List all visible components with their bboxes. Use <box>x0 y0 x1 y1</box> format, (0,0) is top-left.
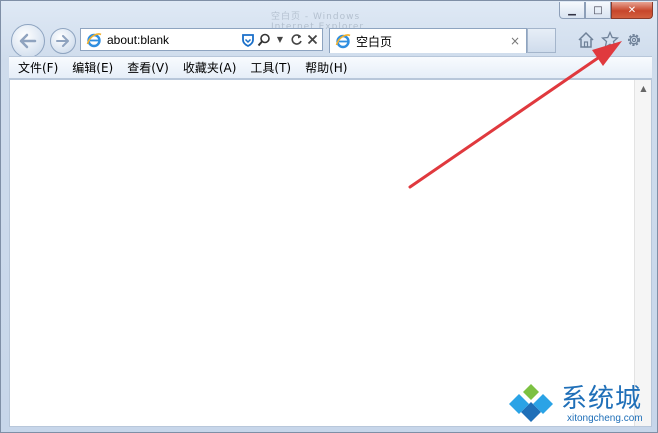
browser-window: 空白页 - Windows Internet Explorer ▁ □ ✕ ab… <box>0 0 658 433</box>
menu-file[interactable]: 文件(F) <box>13 59 63 76</box>
menu-favorites[interactable]: 收藏夹(A) <box>178 59 242 76</box>
menu-view[interactable]: 查看(V) <box>122 59 174 76</box>
stop-icon[interactable] <box>305 32 319 48</box>
watermark-url: xitongcheng.com <box>567 412 643 424</box>
maximize-button[interactable]: □ <box>585 2 611 19</box>
new-tab-button[interactable] <box>527 28 556 53</box>
scroll-up-icon[interactable]: ▲ <box>635 80 652 97</box>
watermark-logo-icon <box>509 384 553 422</box>
refresh-icon[interactable] <box>289 32 303 48</box>
back-button[interactable] <box>11 24 45 58</box>
address-bar[interactable]: about:blank ▼ <box>80 28 323 51</box>
forward-arrow-icon <box>56 35 69 47</box>
address-input[interactable]: about:blank <box>107 33 241 47</box>
menu-tools[interactable]: 工具(T) <box>245 59 296 76</box>
address-bar-icons: ▼ <box>241 32 319 48</box>
page-content[interactable]: ▲ <box>9 79 652 427</box>
menu-bar: 文件(F) 编辑(E) 查看(V) 收藏夹(A) 工具(T) 帮助(H) <box>9 56 652 79</box>
window-controls: ▁ □ ✕ <box>559 2 653 19</box>
ie-logo-icon <box>86 32 102 47</box>
watermark: 系统城 xitongcheng.com <box>505 378 655 430</box>
window-title: 空白页 - Windows Internet Explorer <box>271 12 365 32</box>
back-arrow-icon <box>19 33 37 49</box>
watermark-title: 系统城 <box>561 383 643 414</box>
gear-icon[interactable] <box>625 31 643 49</box>
vertical-scrollbar[interactable]: ▲ <box>634 80 651 426</box>
menu-edit[interactable]: 编辑(E) <box>67 59 118 76</box>
shield-icon[interactable] <box>241 32 255 48</box>
dropdown-icon[interactable]: ▼ <box>273 32 287 48</box>
close-button[interactable]: ✕ <box>611 2 653 19</box>
minimize-button[interactable]: ▁ <box>559 2 585 19</box>
tab-favicon-icon <box>335 34 351 49</box>
search-icon[interactable] <box>257 32 271 48</box>
tab-blank-page[interactable]: 空白页 × <box>329 28 527 53</box>
favorites-star-icon[interactable] <box>601 31 619 49</box>
tab-close-button[interactable]: × <box>510 34 520 48</box>
menu-help[interactable]: 帮助(H) <box>300 59 352 76</box>
tab-title: 空白页 <box>356 34 393 49</box>
home-icon[interactable] <box>577 31 595 49</box>
forward-button[interactable] <box>50 28 76 54</box>
